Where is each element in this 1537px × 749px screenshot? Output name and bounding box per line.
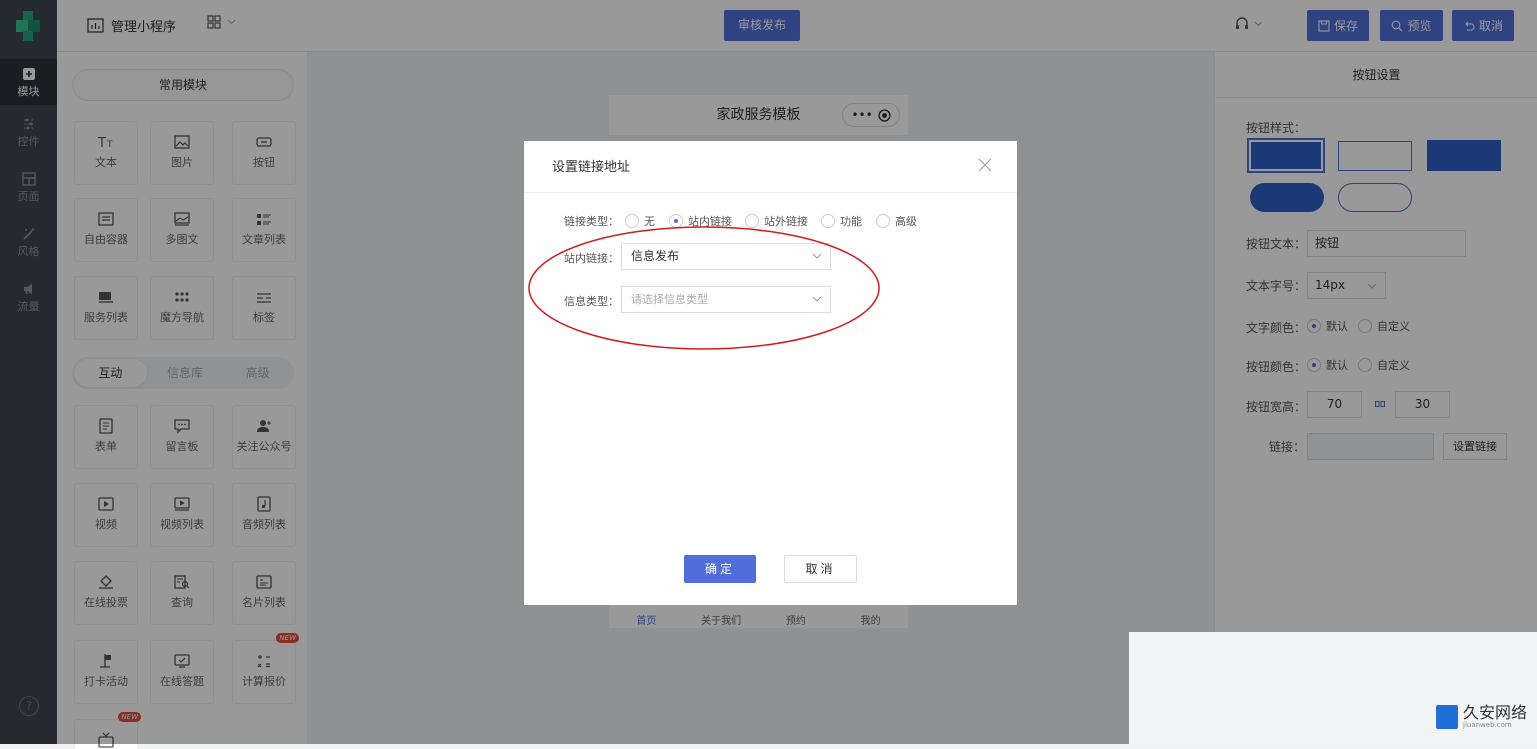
radio-label: 高级 [895,215,917,228]
watermark-name: 久安网络 [1463,703,1528,722]
close-icon[interactable] [978,158,992,172]
watermark-domain: jiuanweb.com [1463,721,1512,729]
link-dialog: 设置链接地址 [524,141,1017,605]
dialog-cancel-button[interactable]: 取消 [784,555,857,583]
watermark: 久安网络 jiuanweb.com [1436,704,1527,730]
annotation-ellipse [528,226,880,350]
dialog-title: 设置链接地址 [524,141,1017,193]
link-type-advanced[interactable]: 高级 [876,213,917,229]
confirm-button[interactable]: 确定 [684,555,756,583]
watermark-logo-icon [1436,705,1458,729]
